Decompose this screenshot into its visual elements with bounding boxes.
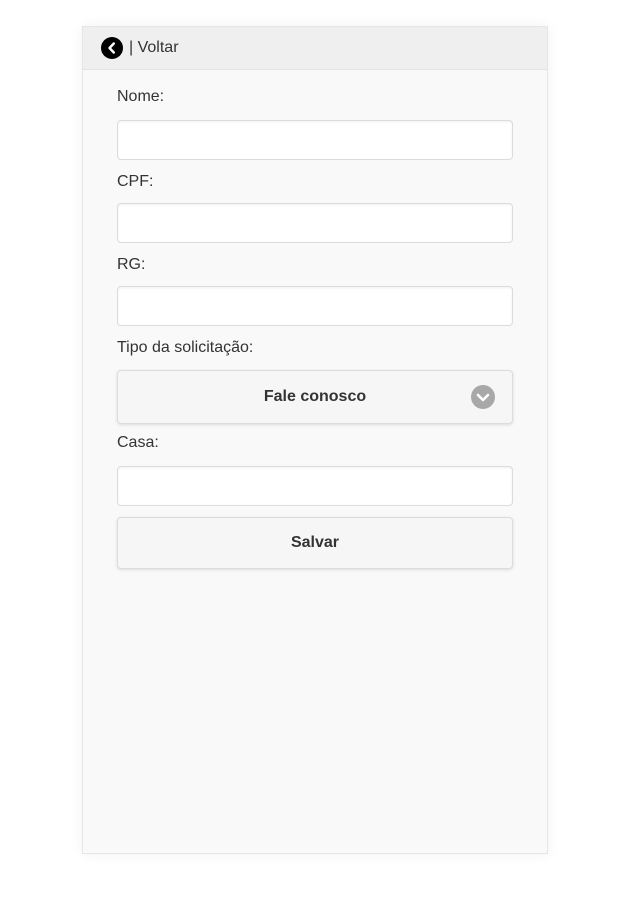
request-form: Nome: CPF: RG: Tipo da solicitação: Fale… [117, 70, 515, 569]
chevron-left-circle-icon [101, 37, 123, 59]
page-header: | Voltar [83, 27, 547, 70]
cpf-input[interactable] [117, 203, 513, 243]
casa-input[interactable] [117, 466, 513, 506]
rg-label: RG: [117, 256, 146, 273]
form-panel: | Voltar Nome: CPF: RG: Tipo da solicita… [82, 26, 548, 854]
cpf-label: CPF: [117, 173, 154, 190]
chevron-down-circle-icon [471, 385, 495, 409]
back-link[interactable]: | Voltar [101, 37, 179, 59]
nome-input[interactable] [117, 120, 513, 160]
nome-label: Nome: [117, 88, 165, 105]
tipo-select[interactable]: Fale conosco [117, 370, 513, 424]
casa-label: Casa: [117, 434, 159, 451]
save-button[interactable]: Salvar [117, 517, 513, 569]
tipo-select-value: Fale conosco [263, 388, 367, 405]
tipo-label: Tipo da solicitação: [117, 339, 254, 356]
rg-input[interactable] [117, 286, 513, 326]
back-label: | Voltar [129, 39, 179, 56]
